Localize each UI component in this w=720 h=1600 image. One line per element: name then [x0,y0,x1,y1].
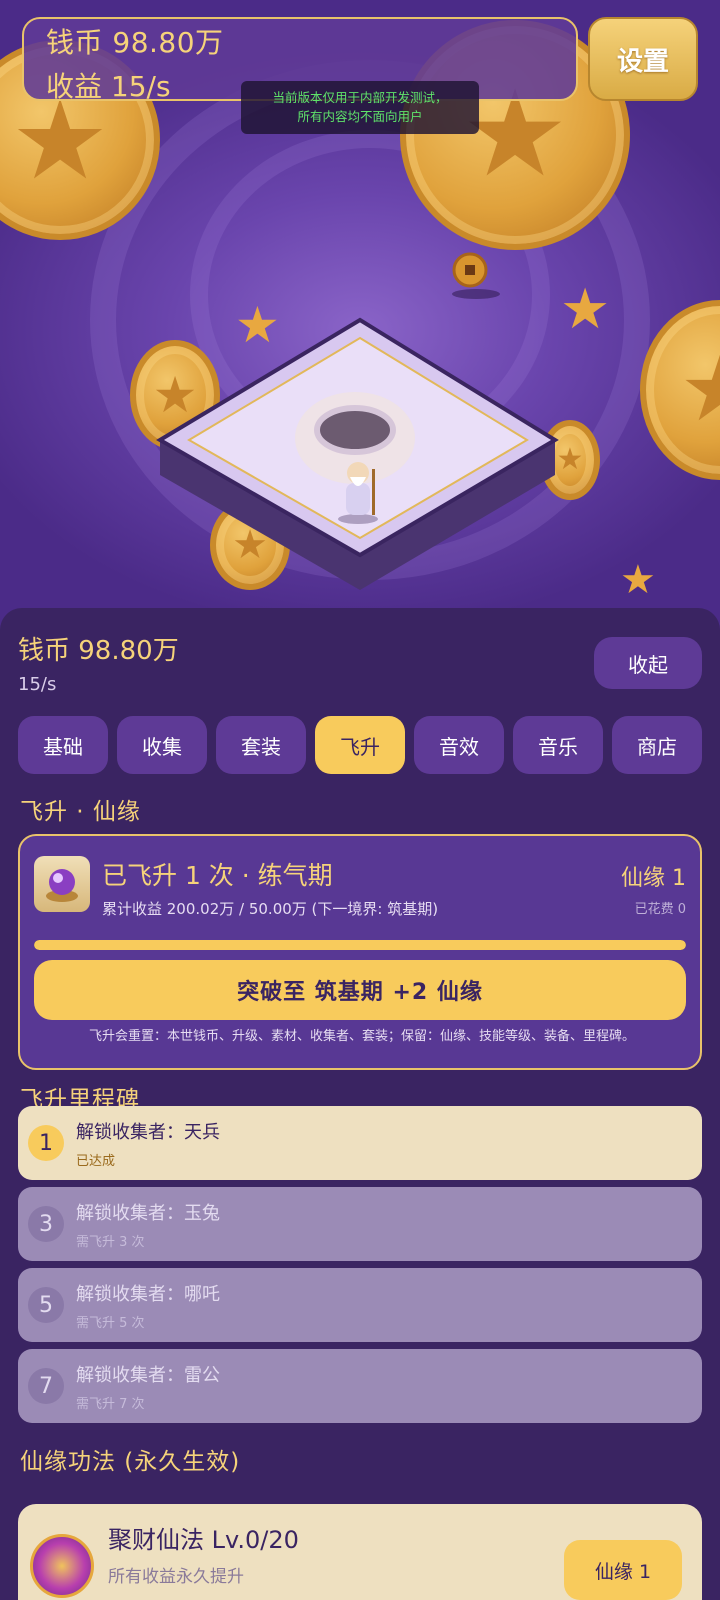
breakthrough-button[interactable]: 突破至 筑基期 +2 仙缘 [34,960,686,1020]
floating-coin-icon[interactable] [452,252,502,302]
collapse-button[interactable]: 收起 [594,637,702,689]
milestone-status: 已达成 [76,1154,116,1169]
settings-button[interactable]: 设置 [588,17,698,101]
milestone-item: 5 解锁收集者：哪吒 需飞升 5 次 [18,1268,702,1342]
skill-card: 聚财仙法 Lv.0/20 所有收益永久提升 仙缘 1 [18,1504,702,1600]
milestone-item: 7 解锁收集者：雷公 需飞升 7 次 [18,1349,702,1423]
milestone-item: 1 解锁收集者：天兵 已达成 [18,1106,702,1180]
milestone-number: 1 [28,1125,64,1161]
milestone-status: 需飞升 7 次 [76,1397,145,1412]
panel-coins-value: 钱币 98.80万 [18,636,179,666]
coins-value: 钱币 98.80万 [46,26,224,59]
skill-description: 所有收益永久提升 [108,1567,244,1587]
xianyuan-spent: 已花费 0 [634,902,686,917]
tab-shop[interactable]: 商店 [612,716,702,774]
star-icon: ★ [620,557,656,603]
ascend-card: 已飞升 1 次 · 练气期 累计收益 200.02万 / 50.00万 (下一境… [18,834,702,1070]
section-title-skills: 仙缘功法 (永久生效) [20,1449,241,1475]
income-value: 收益 15/s [46,70,171,103]
tab-basic[interactable]: 基础 [18,716,108,774]
milestone-number: 7 [28,1368,64,1404]
crystal-orb-icon [34,856,90,912]
money-magic-icon [30,1534,94,1598]
milestone-status: 需飞升 5 次 [76,1316,145,1331]
milestone-number: 5 [28,1287,64,1323]
tab-sets[interactable]: 套装 [216,716,306,774]
tab-ascend[interactable]: 飞升 [315,716,405,774]
ascend-progress-fill [34,940,686,950]
background-coin: ★ [640,300,720,480]
dev-notice-line: 所有内容均不面向用户 [297,109,423,124]
ascend-progress-text: 累计收益 200.02万 / 50.00万 (下一境界: 筑基期) [102,900,439,918]
milestone-title: 解锁收集者：玉兔 [76,1203,220,1224]
tab-sound[interactable]: 音效 [414,716,504,774]
bottom-panel: 钱币 98.80万 15/s 收起 基础 收集 套装 飞升 音效 音乐 商店 飞… [0,608,720,1600]
ascend-count-title: 已飞升 1 次 · 练气期 [102,861,333,890]
milestone-title: 解锁收集者：雷公 [76,1365,220,1386]
skill-name: 聚财仙法 Lv.0/20 [108,1526,299,1554]
milestone-title: 解锁收集者：天兵 [76,1122,220,1143]
milestone-item: 3 解锁收集者：玉兔 需飞升 3 次 [18,1187,702,1261]
ascend-reset-note: 飞升会重置：本世钱币、升级、素材、收集者、套装；保留：仙缘、技能等级、装备、里程… [88,1029,635,1044]
skill-upgrade-button[interactable]: 仙缘 1 [564,1540,682,1600]
section-title-ascend: 飞升 · 仙缘 [20,799,141,825]
tab-music[interactable]: 音乐 [513,716,603,774]
milestone-number: 3 [28,1206,64,1242]
xianyuan-count: 仙缘 1 [621,866,686,891]
dev-notice-toast: 当前版本仅用于内部开发测试， 所有内容均不面向用户 [241,81,479,134]
tab-bar: 基础 收集 套装 飞升 音效 音乐 商店 [18,716,702,774]
milestone-status: 需飞升 3 次 [76,1235,145,1250]
cultivation-platform[interactable] [155,310,565,590]
immortal-character[interactable] [328,455,388,525]
star-icon: ★ [560,277,611,342]
panel-rate-value: 15/s [18,674,57,695]
ascend-progress-bar [34,940,686,950]
dev-notice-line: 当前版本仅用于内部开发测试， [272,90,448,105]
tab-collect[interactable]: 收集 [117,716,207,774]
milestone-title: 解锁收集者：哪吒 [76,1284,220,1305]
